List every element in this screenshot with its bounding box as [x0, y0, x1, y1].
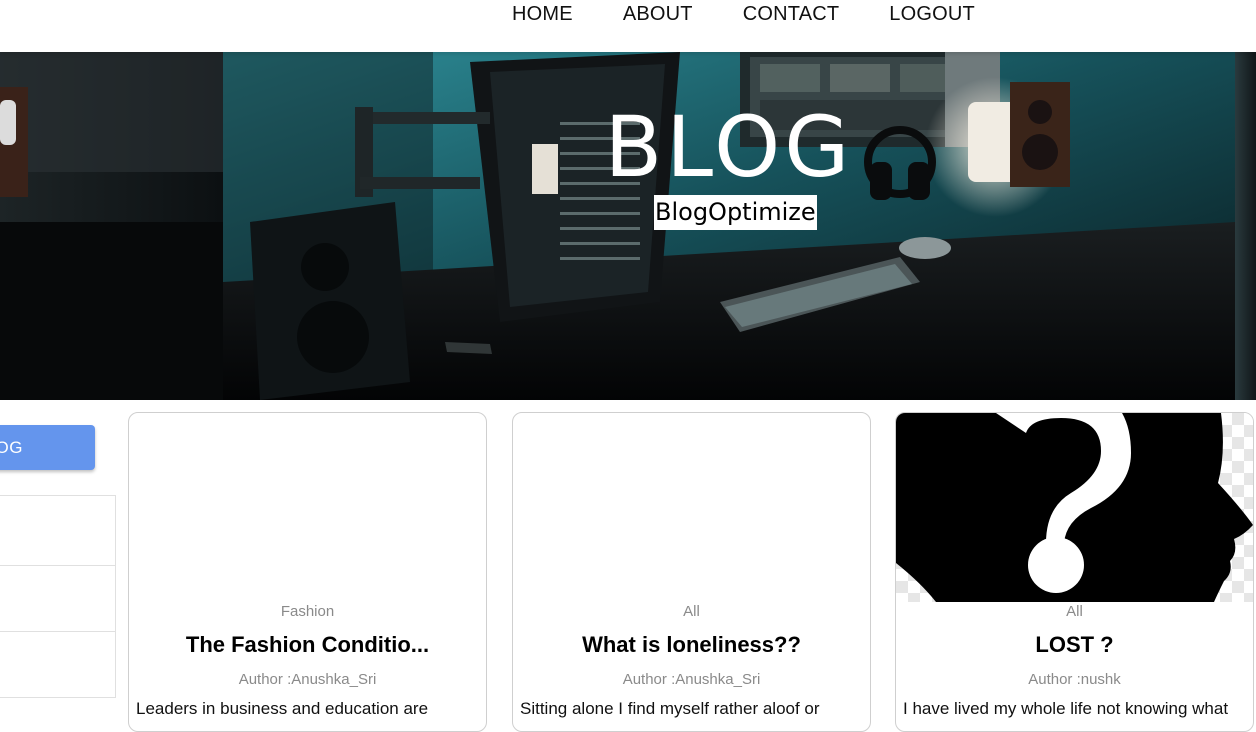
category-row[interactable] [0, 566, 115, 632]
post-author: Author :nushk [1028, 671, 1121, 688]
post-author: Author :Anushka_Sri [622, 671, 761, 688]
question-head-icon [896, 413, 1253, 602]
hero-title: BLOG [604, 98, 854, 196]
post-author: Author :Anushka_Sri [238, 671, 377, 688]
nav-link-contact[interactable]: CONTACT [743, 3, 840, 25]
post-description: Leaders in business and education are [136, 699, 429, 718]
nav-link-logout[interactable]: LOGOUT [889, 3, 975, 25]
category-row[interactable] [0, 496, 115, 566]
hero-subtitle: BlogOptimize [654, 195, 817, 230]
nav-menu: HOME ABOUT CONTACT LOGOUT [512, 3, 975, 25]
category-table [0, 495, 116, 698]
post-description: I have lived my whole life not knowing w… [903, 699, 1229, 718]
post-category: All [683, 603, 700, 620]
category-row[interactable] [0, 632, 115, 698]
post-title: What is loneliness?? [582, 632, 801, 657]
hero-banner: BLOG BlogOptimize [0, 52, 1256, 400]
post-card[interactable]: Fashion The Fashion Conditio... Author :… [128, 412, 487, 732]
post-card[interactable]: All What is loneliness?? Author :Anushka… [512, 412, 871, 732]
post-category: All [1066, 603, 1083, 620]
post-image [513, 413, 870, 602]
nav-link-home[interactable]: HOME [512, 3, 573, 25]
nav-link-about[interactable]: ABOUT [623, 3, 693, 25]
post-description: Sitting alone I find myself rather aloof… [520, 699, 820, 718]
post-category: Fashion [280, 603, 335, 620]
top-navbar: HOME ABOUT CONTACT LOGOUT [0, 0, 1256, 52]
create-blog-button[interactable]: OG [0, 425, 95, 470]
post-image [129, 413, 486, 602]
post-title: The Fashion Conditio... [185, 632, 430, 657]
post-card[interactable]: All LOST ? Author :nushk I have lived my… [895, 412, 1254, 732]
post-title: LOST ? [1035, 632, 1114, 657]
